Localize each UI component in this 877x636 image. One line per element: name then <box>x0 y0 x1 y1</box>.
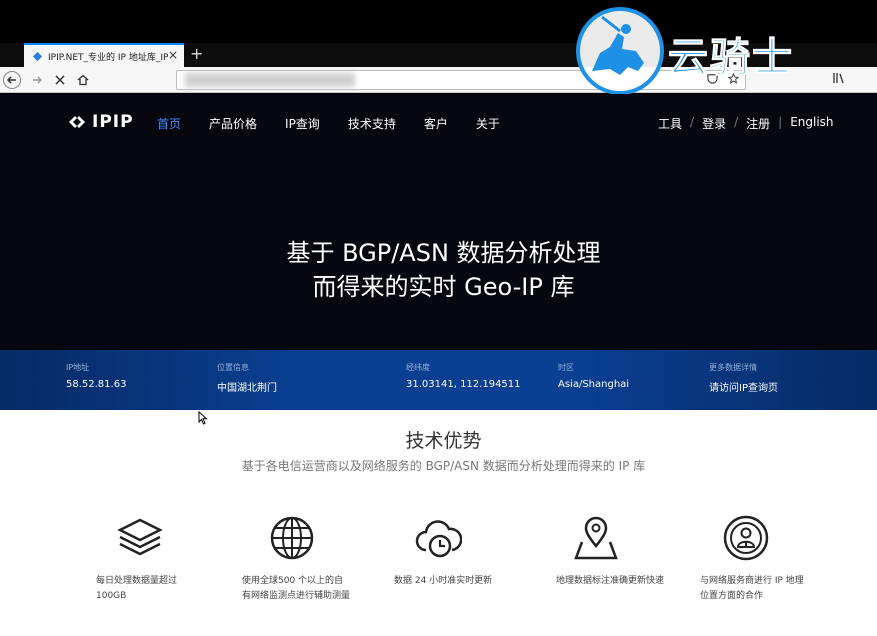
info-label: 经纬度 <box>406 363 430 372</box>
back-button[interactable] <box>3 71 21 89</box>
user-badge-icon <box>723 515 769 561</box>
info-location: 位置信息 中国湖北荆门 <box>217 362 277 394</box>
nav-tools[interactable]: 工具 <box>658 115 682 132</box>
main-nav: 首页 产品价格 IP查询 技术支持 客户 关于 <box>157 115 528 132</box>
section-title: 技术优势 <box>405 430 482 452</box>
nav-register[interactable]: 注册 <box>746 115 770 132</box>
info-label: IP地址 <box>66 363 90 372</box>
feature-item: 每日处理数据量超过 100GB <box>96 514 216 601</box>
feature-text: 数据 24 小时准实时更新 <box>394 576 493 586</box>
info-coordinates: 经纬度 31.03141, 112.194511 <box>406 362 521 390</box>
forward-button[interactable] <box>28 71 46 89</box>
blurred-url <box>185 73 355 87</box>
info-more-link[interactable]: 请访问IP查询页 <box>709 379 778 394</box>
browser-tab[interactable]: IPIP.NET_专业的 IP 地址库_IPIP × <box>24 43 184 67</box>
nav-divider: / <box>690 115 695 129</box>
info-label: 更多数据详情 <box>709 363 757 372</box>
layers-icon <box>117 518 163 556</box>
new-tab-button[interactable]: + <box>190 44 203 63</box>
nav-divider: | <box>778 115 783 129</box>
watermark-text: 云骑士 <box>668 35 794 82</box>
close-icon <box>55 75 65 85</box>
hero-heading: 基于 BGP/ASN 数据分析处理 而得来的实时 Geo-IP 库 <box>0 236 877 304</box>
home-button[interactable] <box>74 71 92 89</box>
feature-text: 每日处理数据量超过 100GB <box>96 576 178 601</box>
map-pin-icon <box>574 516 618 560</box>
info-label: 位置信息 <box>217 363 249 372</box>
stop-button[interactable] <box>51 71 69 89</box>
arrow-left-icon <box>6 76 16 84</box>
globe-icon <box>270 516 314 560</box>
hero-line-2: 而得来的实时 Geo-IP 库 <box>312 273 575 301</box>
feature-text: 地理数据标注准确更新快速 <box>556 576 665 586</box>
hero-line-1: 基于 BGP/ASN 数据分析处理 <box>286 239 601 267</box>
nav-english[interactable]: English <box>790 115 833 132</box>
nav-about[interactable]: 关于 <box>476 115 500 132</box>
info-value: 31.03141, 112.194511 <box>406 379 521 390</box>
screen: IPIP.NET_专业的 IP 地址库_IPIP × + 云骑士 IPIP 首页… <box>0 0 877 636</box>
feature-item: 数据 24 小时准实时更新 <box>394 514 514 586</box>
hero-section: IPIP 首页 产品价格 IP查询 技术支持 客户 关于 工具 / 登录 / 注… <box>0 94 877 350</box>
account-nav: 工具 / 登录 / 注册 | English <box>658 115 834 132</box>
nav-support[interactable]: 技术支持 <box>348 115 396 132</box>
info-value: 58.52.81.63 <box>66 379 127 390</box>
home-icon <box>77 74 89 86</box>
nav-pricing[interactable]: 产品价格 <box>209 115 257 132</box>
info-value: 中国湖北荆门 <box>217 383 277 394</box>
nav-home[interactable]: 首页 <box>157 115 181 132</box>
feature-text: 与网络服务商进行 IP 地理位置方面的合作 <box>700 576 804 601</box>
info-more: 更多数据详情 请访问IP查询页 <box>709 362 778 394</box>
arrow-right-icon <box>33 76 43 84</box>
nav-customers[interactable]: 客户 <box>424 115 448 132</box>
info-label: 时区 <box>558 363 574 372</box>
info-timezone: 时区 Asia/Shanghai <box>558 362 629 390</box>
mouse-cursor-icon <box>198 411 208 425</box>
nav-divider: / <box>734 115 739 129</box>
feature-item: 与网络服务商进行 IP 地理位置方面的合作 <box>700 514 820 601</box>
feature-item: 使用全球500 个以上的自有网络监测点进行辅助测量 <box>242 514 362 601</box>
tab-title: IPIP.NET_专业的 IP 地址库_IPIP <box>48 52 168 63</box>
ipip-logo-icon <box>69 116 85 128</box>
ipip-favicon-icon <box>32 51 43 61</box>
site-logo[interactable]: IPIP <box>66 112 134 132</box>
nav-login[interactable]: 登录 <box>702 115 726 132</box>
logo-text: IPIP <box>92 112 134 132</box>
website: IPIP 首页 产品价格 IP查询 技术支持 客户 关于 工具 / 登录 / 注… <box>0 94 877 636</box>
cloud-clock-icon <box>415 520 462 558</box>
nav-ip-lookup[interactable]: IP查询 <box>285 115 320 132</box>
watermark-knight-logo <box>576 7 664 95</box>
ip-info-bar: IP地址 58.52.81.63 位置信息 中国湖北荆门 经纬度 31.0314… <box>0 350 877 410</box>
info-ip: IP地址 58.52.81.63 <box>66 362 126 390</box>
watermark: 云骑士 <box>572 3 877 101</box>
section-subtitle: 基于各电信运营商以及网络服务的 BGP/ASN 数据而分析处理而得来的 IP 库 <box>241 459 646 473</box>
feature-text: 使用全球500 个以上的自有网络监测点进行辅助测量 <box>242 576 351 601</box>
feature-item: 地理数据标注准确更新快速 <box>556 514 676 586</box>
info-value: Asia/Shanghai <box>558 379 630 390</box>
tab-close-icon[interactable]: × <box>168 48 178 62</box>
